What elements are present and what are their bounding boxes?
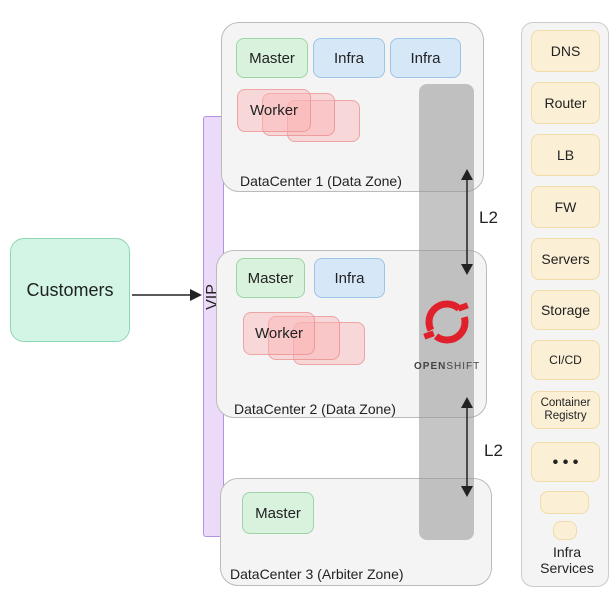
dc1-label: DataCenter 1 (Data Zone) <box>240 173 402 189</box>
openshift-open: OPEN <box>414 361 447 372</box>
l2-label-2: L2 <box>484 441 503 460</box>
dc2-infra: Infra <box>314 258 385 298</box>
dc1-master: Master <box>236 38 308 78</box>
infra-services-title: Infra Services <box>540 544 594 576</box>
openshift-logo-icon <box>423 300 469 344</box>
dc2-worker-1: Worker <box>243 312 315 355</box>
dc1-infra-1: Infra <box>313 38 385 78</box>
service-storage: Storage <box>531 290 600 330</box>
l2-arrow-1 <box>461 169 473 275</box>
customers-node: Customers <box>10 238 130 342</box>
l2-arrow-2 <box>461 397 473 497</box>
openshift-wordmark: OPENSHIFT <box>414 361 480 372</box>
l2-label-1: L2 <box>479 208 498 227</box>
dc1-infra-2: Infra <box>390 38 461 78</box>
dc2-master: Master <box>236 258 305 298</box>
dc3-label: DataCenter 3 (Arbiter Zone) <box>230 566 404 582</box>
dc1-worker-1: Worker <box>237 89 311 132</box>
service-more: • • • <box>531 442 600 482</box>
service-placeholder-1 <box>540 491 589 514</box>
service-placeholder-2 <box>553 521 577 540</box>
service-fw: FW <box>531 186 600 228</box>
dc2-label: DataCenter 2 (Data Zone) <box>234 401 396 417</box>
service-dns: DNS <box>531 30 600 72</box>
dc3-master: Master <box>242 492 314 534</box>
service-router: Router <box>531 82 600 124</box>
service-cicd: CI/CD <box>531 340 600 380</box>
openshift-shift: SHIFT <box>446 361 481 372</box>
customers-to-vip-arrow <box>132 289 202 301</box>
service-container-registry: Container Registry <box>531 391 600 429</box>
service-lb: LB <box>531 134 600 176</box>
service-servers: Servers <box>531 238 600 280</box>
